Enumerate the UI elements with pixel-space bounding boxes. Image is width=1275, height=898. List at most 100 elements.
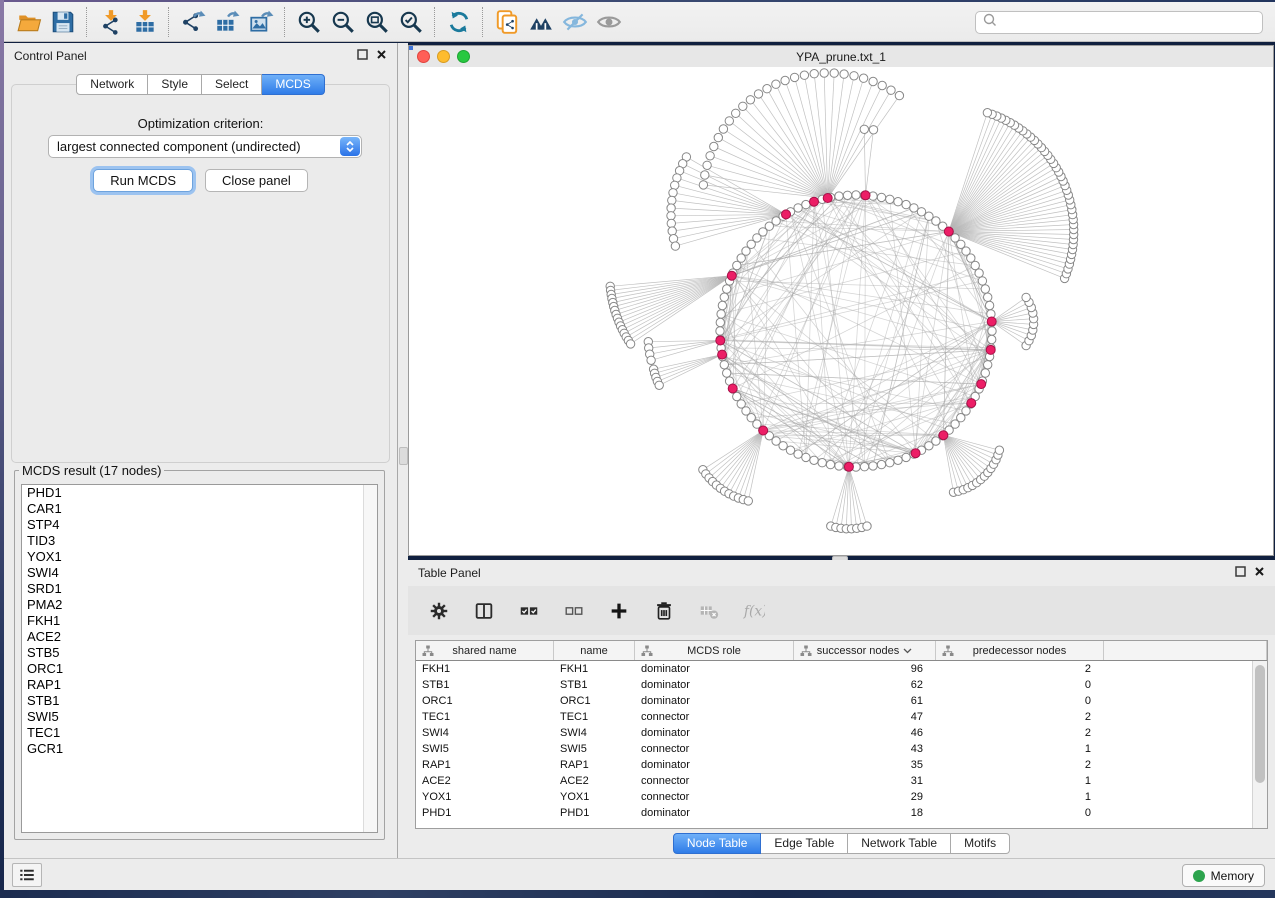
table-row[interactable]: SWI5SWI5connector431 xyxy=(416,741,1267,757)
refresh-icon[interactable] xyxy=(442,6,476,38)
cell-MCDS-role: connector xyxy=(635,711,794,723)
table-row[interactable]: ORC1ORC1dominator610 xyxy=(416,693,1267,709)
cell-successor-nodes: 18 xyxy=(794,807,936,819)
mcds-result-item[interactable]: SWI5 xyxy=(22,709,377,725)
cell-successor-nodes: 46 xyxy=(794,727,936,739)
tools-button[interactable] xyxy=(12,863,42,887)
import-table-icon[interactable] xyxy=(128,6,162,38)
table-scrollbar-thumb[interactable] xyxy=(1255,665,1265,783)
export-table-icon[interactable] xyxy=(210,6,244,38)
column-header-shared-name[interactable]: shared name xyxy=(416,641,554,660)
cell-name: YOX1 xyxy=(554,791,635,803)
table-row[interactable]: TEC1TEC1connector472 xyxy=(416,709,1267,725)
table-row[interactable]: RAP1RAP1dominator352 xyxy=(416,757,1267,773)
search-box[interactable] xyxy=(975,11,1263,34)
hide-selected-icon[interactable] xyxy=(558,6,592,38)
mcds-result-item[interactable]: STP4 xyxy=(22,517,377,533)
zoom-in-icon[interactable] xyxy=(292,6,326,38)
open-icon[interactable] xyxy=(12,6,46,38)
mcds-result-item[interactable]: SRD1 xyxy=(22,581,377,597)
table-row[interactable]: FKH1FKH1dominator962 xyxy=(416,661,1267,677)
cell-shared-name: ACE2 xyxy=(416,775,554,787)
show-all-icon[interactable] xyxy=(592,6,626,38)
table-panel-header: Table Panel xyxy=(408,560,1275,586)
mcds-result-item[interactable]: PHD1 xyxy=(22,485,377,501)
mcds-result-item[interactable]: STB5 xyxy=(22,645,377,661)
search-input[interactable] xyxy=(998,13,1262,33)
cell-predecessor-nodes: 0 xyxy=(936,807,1104,819)
split-divider-handle[interactable] xyxy=(399,447,408,465)
cell-MCDS-role: connector xyxy=(635,791,794,803)
tab-select[interactable]: Select xyxy=(202,74,262,95)
function-icon[interactable]: f(x) xyxy=(739,596,769,626)
tab-style[interactable]: Style xyxy=(148,74,202,95)
optimization-dropdown[interactable]: largest connected component (undirected) xyxy=(48,135,362,158)
close-table-panel-icon[interactable] xyxy=(1254,564,1265,582)
mcds-result-item[interactable]: TEC1 xyxy=(22,725,377,741)
mcds-result-item[interactable]: SWI4 xyxy=(22,565,377,581)
mcds-result-item[interactable]: TID3 xyxy=(22,533,377,549)
network-window-title: YPA_prune.txt_1 xyxy=(409,50,1273,64)
column-header-predecessor-nodes[interactable]: predecessor nodes xyxy=(936,641,1104,660)
control-panel-tabs: NetworkStyleSelectMCDS xyxy=(4,74,397,95)
table-row[interactable]: ACE2ACE2connector311 xyxy=(416,773,1267,789)
mcds-result-item[interactable]: PMA2 xyxy=(22,597,377,613)
mcds-result-item[interactable]: YOX1 xyxy=(22,549,377,565)
cell-MCDS-role: connector xyxy=(635,775,794,787)
first-neighbors-icon[interactable] xyxy=(524,6,558,38)
table-row[interactable]: STB1STB1dominator620 xyxy=(416,677,1267,693)
cell-MCDS-role: dominator xyxy=(635,759,794,771)
network-canvas[interactable] xyxy=(409,67,1273,555)
clone-network-icon[interactable] xyxy=(490,6,524,38)
memory-button[interactable]: Memory xyxy=(1182,864,1265,887)
float-table-panel-icon[interactable] xyxy=(1235,564,1246,582)
mcds-result-item[interactable]: CAR1 xyxy=(22,501,377,517)
close-panel-icon[interactable] xyxy=(376,47,387,65)
split-view-icon[interactable] xyxy=(469,596,499,626)
cell-name: TEC1 xyxy=(554,711,635,723)
import-network-icon[interactable] xyxy=(94,6,128,38)
table-row[interactable]: YOX1YOX1connector291 xyxy=(416,789,1267,805)
tab-network[interactable]: Network xyxy=(76,74,148,95)
mcds-result-item[interactable]: RAP1 xyxy=(22,677,377,693)
mcds-scrollbar-track[interactable] xyxy=(363,485,377,832)
mcds-result-item[interactable]: FKH1 xyxy=(22,613,377,629)
add-column-icon[interactable] xyxy=(604,596,634,626)
table-row[interactable]: PHD1PHD1dominator180 xyxy=(416,805,1267,821)
network-graph[interactable] xyxy=(409,67,1273,555)
column-header-successor-nodes[interactable]: successor nodes xyxy=(794,641,936,660)
mcds-result-item[interactable]: ORC1 xyxy=(22,661,377,677)
table-tab-node-table[interactable]: Node Table xyxy=(673,833,762,854)
delete-table-icon[interactable] xyxy=(694,596,724,626)
export-image-icon[interactable] xyxy=(244,6,278,38)
table-tab-edge-table[interactable]: Edge Table xyxy=(761,833,848,854)
panel-split-divider[interactable] xyxy=(398,43,408,858)
column-header-name[interactable]: name xyxy=(554,641,635,660)
table-tab-network-table[interactable]: Network Table xyxy=(848,833,951,854)
toolbar-separator xyxy=(434,7,436,37)
delete-column-icon[interactable] xyxy=(649,596,679,626)
save-icon[interactable] xyxy=(46,6,80,38)
float-panel-icon[interactable] xyxy=(357,47,368,65)
column-header-MCDS-role[interactable]: MCDS role xyxy=(635,641,794,660)
table-tab-motifs[interactable]: Motifs xyxy=(951,833,1010,854)
select-all-icon[interactable] xyxy=(514,596,544,626)
tab-mcds[interactable]: MCDS xyxy=(262,74,324,95)
export-network-icon[interactable] xyxy=(176,6,210,38)
mcds-result-title: MCDS result (17 nodes) xyxy=(19,463,164,478)
deselect-all-icon[interactable] xyxy=(559,596,589,626)
zoom-fit-icon[interactable] xyxy=(360,6,394,38)
zoom-selected-icon[interactable] xyxy=(394,6,428,38)
table-row[interactable]: SWI4SWI4dominator462 xyxy=(416,725,1267,741)
mcds-result-item[interactable]: STB1 xyxy=(22,693,377,709)
table-scrollbar-track[interactable] xyxy=(1252,661,1267,828)
settings-icon[interactable] xyxy=(424,596,454,626)
zoom-out-icon[interactable] xyxy=(326,6,360,38)
cell-shared-name: STB1 xyxy=(416,679,554,691)
toolbar-separator xyxy=(284,7,286,37)
close-panel-button[interactable]: Close panel xyxy=(205,169,308,192)
network-window-titlebar[interactable]: YPA_prune.txt_1 xyxy=(409,46,1273,68)
mcds-result-item[interactable]: GCR1 xyxy=(22,741,377,757)
mcds-result-item[interactable]: ACE2 xyxy=(22,629,377,645)
run-mcds-button[interactable]: Run MCDS xyxy=(93,169,193,192)
